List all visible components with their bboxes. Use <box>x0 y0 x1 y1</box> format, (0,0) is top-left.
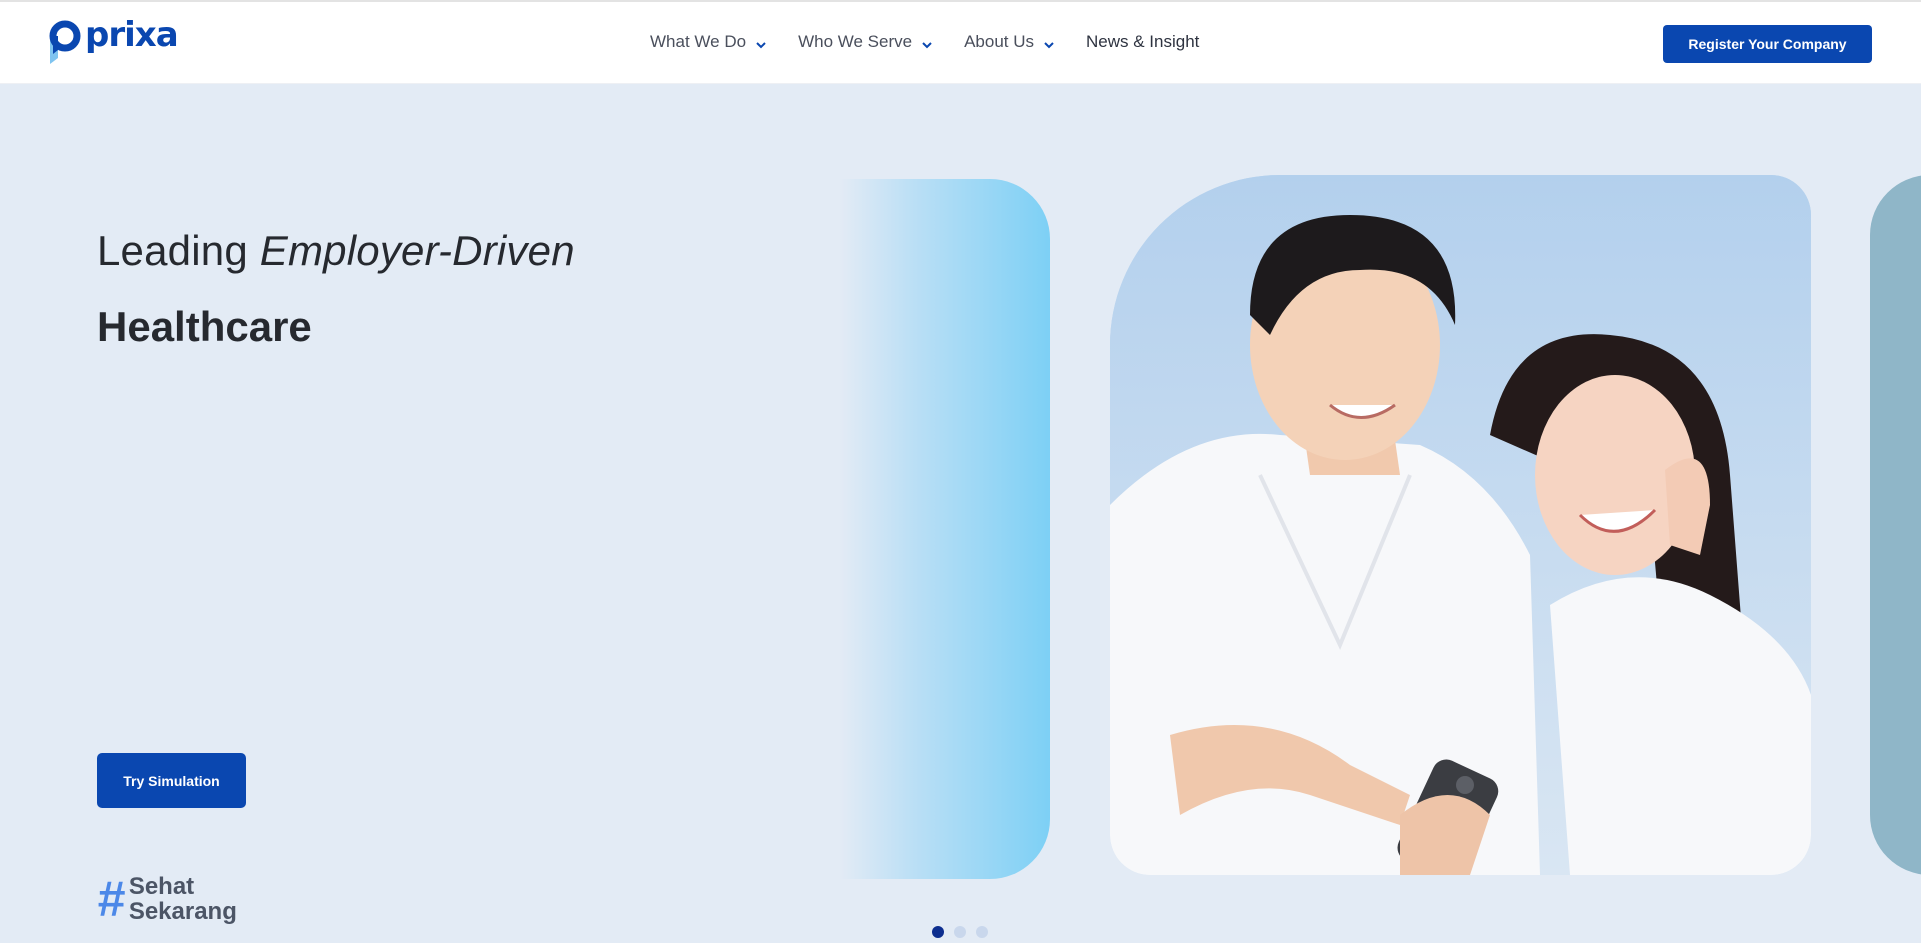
nav-item-what-we-do[interactable]: What We Do <box>650 32 767 52</box>
hero-section: Leading Employer-Driven Healthcare Try S… <box>0 84 1921 943</box>
carousel-dot-2[interactable] <box>954 926 966 938</box>
carousel-dot-1[interactable] <box>932 926 944 938</box>
chevron-down-icon <box>755 36 767 49</box>
prixa-logo-text: prixa <box>85 15 179 55</box>
site-header: prixa What We Do Who We Serve About Us N… <box>0 0 1921 84</box>
nav-item-who-we-serve[interactable]: Who We Serve <box>798 32 933 52</box>
nav-item-news-insight[interactable]: News & Insight <box>1086 32 1199 52</box>
prixa-logo-mark-icon <box>48 18 84 66</box>
prixa-logo[interactable]: prixa <box>48 15 179 68</box>
headline-prefix: Leading <box>97 227 260 274</box>
hero-headline-line1: Leading Employer-Driven <box>97 227 575 275</box>
carousel-slide-active-image <box>1110 175 1811 875</box>
nav-item-label: Who We Serve <box>798 32 913 51</box>
tagline-words: Sehat Sekarang <box>129 874 237 924</box>
register-company-button[interactable]: Register Your Company <box>1663 25 1872 63</box>
tagline-line1: Sehat <box>128 873 195 900</box>
carousel-dot-3[interactable] <box>976 926 988 938</box>
couple-photo-illustration <box>1110 175 1811 875</box>
nav-item-label: About Us <box>964 32 1035 51</box>
main-nav: What We Do Who We Serve About Us News & … <box>650 32 1230 52</box>
tagline-line2: Sekarang <box>128 898 237 925</box>
chevron-down-icon <box>1043 36 1055 49</box>
hero-headline-line2: Healthcare <box>97 303 312 350</box>
nav-item-about-us[interactable]: About Us <box>964 32 1055 52</box>
hashtag-icon: # <box>97 871 125 927</box>
chevron-down-icon <box>921 36 933 49</box>
nav-item-label: News & Insight <box>1086 32 1200 51</box>
sehat-sekarang-tagline: # Sehat Sekarang <box>97 874 237 924</box>
headline-emphasis: Employer-Driven <box>259 227 575 274</box>
carousel-pagination <box>932 926 988 938</box>
carousel-slide-previous[interactable] <box>840 179 1050 879</box>
page: prixa What We Do Who We Serve About Us N… <box>0 0 1921 943</box>
nav-item-label: What We Do <box>650 32 747 51</box>
try-simulation-button[interactable]: Try Simulation <box>97 753 246 808</box>
carousel-slide-next[interactable] <box>1870 175 1921 875</box>
